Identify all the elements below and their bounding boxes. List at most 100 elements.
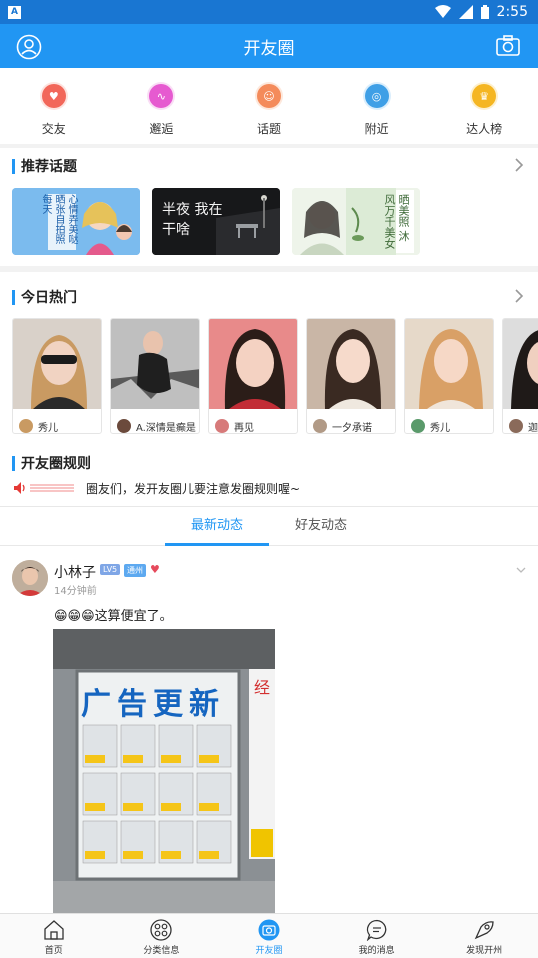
status-bar: A 2:55 (0, 0, 538, 24)
section-accent-bar (12, 289, 15, 305)
section-header-topics[interactable]: 推荐话题 (0, 154, 538, 178)
user-photo (405, 319, 493, 409)
nav-label: 分类信息 (143, 946, 180, 956)
section-header-rules[interactable]: 开友圈规则 (0, 451, 538, 475)
avatar[interactable] (12, 560, 48, 596)
quick-item-label: 邂逅 (149, 122, 174, 136)
avatar (19, 419, 33, 433)
user-photo (307, 319, 395, 409)
tab-latest[interactable]: 最新动态 (165, 507, 269, 546)
user-photo (111, 319, 199, 409)
quick-item-label: 话题 (256, 122, 281, 136)
notification-icon: A (8, 5, 21, 19)
nav-item-discover[interactable]: 发现开州 (430, 914, 538, 958)
level-badge: LV5 (100, 564, 121, 575)
crown-icon: ♛ (472, 84, 497, 108)
hot-user-name: 秀儿 (430, 422, 450, 434)
topic-card[interactable]: 心情弄美哒 晒张自拍照 每天 (12, 188, 140, 255)
sign-title: 广告更新 (81, 687, 225, 722)
divider (0, 266, 538, 272)
clock: 2:55 (496, 4, 528, 20)
quick-entry-row: ♥ 交友 ∿ 邂逅 ☺ 话题 ◎ 附近 ♛ 达人榜 (0, 68, 538, 144)
post-text: 😁😁😁这算便宜了。 (54, 609, 173, 624)
hot-user-carousel: 秀儿 A.深情是癫是 再见 一夕承诺 秀儿 迦 (12, 318, 538, 434)
avatar (509, 419, 523, 433)
grid-icon (150, 919, 173, 941)
profile-icon[interactable] (16, 34, 42, 60)
heart-icon: ♥ (150, 563, 160, 576)
camera-icon (258, 919, 280, 941)
speaker-icon (14, 482, 25, 494)
marquee-decoration (30, 484, 74, 492)
nav-item-circle[interactable]: 开友圈 (215, 914, 323, 958)
hot-user-card[interactable]: 再见 (208, 318, 298, 434)
feed-tabs: 最新动态 好友动态 (0, 506, 538, 546)
heart-icon: ♥ (41, 84, 66, 108)
pulse-icon: ∿ (149, 84, 174, 108)
hot-user-card[interactable]: 迦 (502, 318, 538, 434)
divider (0, 144, 538, 148)
message-icon (366, 919, 386, 941)
topic-text: 半夜 我在干啥 (162, 202, 223, 238)
hot-user-name: 秀儿 (38, 422, 58, 434)
hot-user-card[interactable]: 一夕承诺 (306, 318, 396, 434)
avatar (215, 419, 229, 433)
rule-text: 圈友们，发开友圈儿要注意发圈规则喔~ (86, 481, 301, 496)
nav-label: 我的消息 (358, 946, 395, 956)
topic-card[interactable]: 晒美照 沐风万千美女 (292, 188, 420, 255)
discover-icon (474, 921, 494, 940)
bottom-nav: 首页 分类信息 开友圈 我的消息 发现开州 (0, 913, 538, 958)
battery-icon (480, 5, 489, 19)
location-icon: ◎ (364, 84, 389, 108)
section-title: 推荐话题 (21, 159, 77, 175)
cellular-icon (458, 5, 473, 19)
topic-carousel: 心情弄美哒 晒张自拍照 每天 半夜 我在干啥 晒美照 沐风万千美女 (12, 188, 420, 255)
app-bar: 开友圈 (0, 24, 538, 68)
avatar (313, 419, 327, 433)
post-author-name[interactable]: 小林子 (54, 562, 96, 582)
quick-item-ranking[interactable]: ♛ 达人榜 (430, 68, 538, 144)
tab-friends[interactable]: 好友动态 (269, 507, 373, 545)
rule-announcement[interactable]: 圈友们，发开友圈儿要注意发圈规则喔~ (14, 480, 300, 496)
nav-label: 开友圈 (255, 946, 283, 956)
location-badge: 通州 (124, 564, 146, 577)
nav-label: 发现开州 (466, 946, 503, 956)
hot-user-card[interactable]: 秀儿 (12, 318, 102, 434)
user-photo (209, 319, 297, 409)
section-header-hot[interactable]: 今日热门 (0, 285, 538, 309)
hot-user-name: 一夕承诺 (332, 422, 372, 434)
user-photo (503, 319, 538, 409)
topic-text: 心情弄美哒 晒张自拍照 每天 (40, 194, 77, 244)
topic-card[interactable]: 半夜 我在干啥 (152, 188, 280, 255)
section-accent-bar (12, 158, 15, 174)
user-photo (13, 319, 101, 409)
hot-user-card[interactable]: 秀儿 (404, 318, 494, 434)
quick-item-label: 交友 (41, 122, 66, 136)
chevron-down-icon[interactable] (516, 566, 526, 574)
nav-label: 首页 (44, 946, 63, 956)
section-accent-bar (12, 455, 15, 471)
quick-item-topics[interactable]: ☺ 话题 (215, 68, 323, 144)
nav-item-categories[interactable]: 分类信息 (108, 914, 216, 958)
quick-item-encounter[interactable]: ∿ 邂逅 (108, 68, 216, 144)
avatar (411, 419, 425, 433)
quick-item-label: 附近 (364, 122, 389, 136)
quick-item-nearby[interactable]: ◎ 附近 (323, 68, 431, 144)
home-icon (44, 920, 64, 940)
page-title: 开友圈 (243, 38, 295, 59)
nav-item-home[interactable]: 首页 (0, 914, 108, 958)
chevron-right-icon (515, 289, 524, 303)
hot-user-name: 迦 (528, 422, 538, 434)
camera-icon[interactable] (496, 35, 520, 57)
hot-user-card[interactable]: A.深情是癫是 (110, 318, 200, 434)
nav-item-messages[interactable]: 我的消息 (323, 914, 431, 958)
quick-item-label: 达人榜 (466, 122, 503, 136)
svg-text:经: 经 (254, 678, 270, 697)
wifi-icon (434, 5, 451, 18)
hot-user-name: A.深情是癫是 (136, 422, 196, 434)
quick-item-make-friends[interactable]: ♥ 交友 (0, 68, 108, 144)
avatar (117, 419, 131, 433)
post-image[interactable]: 经 广告更新 (53, 629, 275, 915)
topic-text: 晒美照 沐风万千美女 (383, 194, 410, 249)
chat-icon: ☺ (256, 84, 281, 108)
